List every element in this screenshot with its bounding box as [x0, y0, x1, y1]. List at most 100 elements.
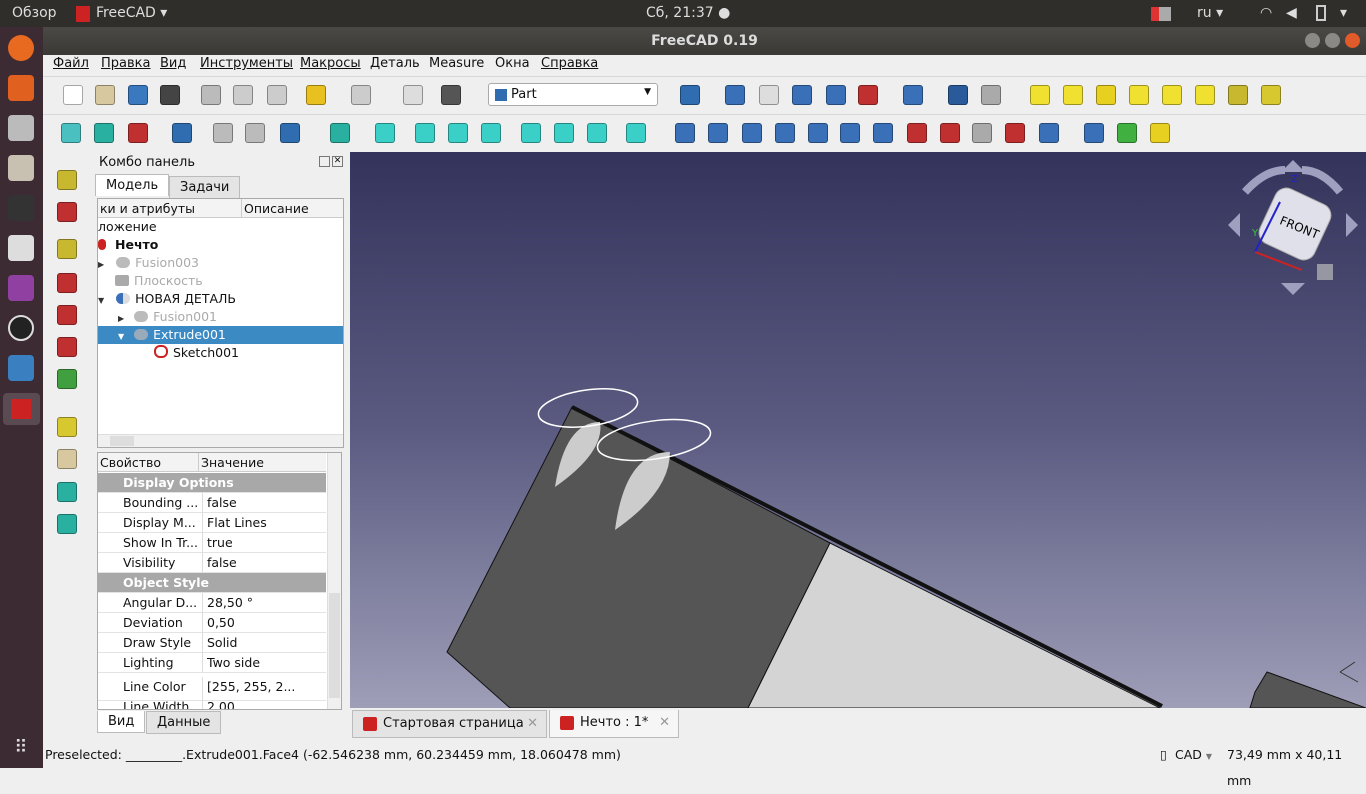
section-icon[interactable] [972, 123, 992, 143]
redo-icon[interactable] [351, 85, 371, 105]
navigation-style-selector[interactable]: CAD ▼ [1175, 742, 1212, 770]
property-row[interactable]: Display M... Flat Lines [98, 513, 326, 533]
print-icon[interactable] [160, 85, 180, 105]
tree-item-plane[interactable]: Плоскость [98, 272, 343, 290]
screen-record-icon[interactable] [1151, 7, 1171, 21]
navigation-cube[interactable]: FRONT Z Y [1228, 160, 1358, 295]
loft-icon[interactable] [907, 123, 927, 143]
property-row[interactable]: Bounding ... false [98, 493, 326, 513]
close-tab-icon[interactable]: ✕ [659, 710, 670, 736]
front-view-icon[interactable] [415, 123, 435, 143]
left-view-icon[interactable] [587, 123, 607, 143]
refresh-icon[interactable] [403, 85, 423, 105]
offset-icon[interactable] [1039, 123, 1059, 143]
tab-start-page[interactable]: Стартовая страница ✕ [352, 710, 547, 738]
calculator-icon[interactable] [8, 235, 34, 261]
defeaturing-icon[interactable] [981, 85, 1001, 105]
tree-item-new-part[interactable]: ▼ НОВАЯ ДЕТАЛЬ [98, 290, 343, 308]
split-icon[interactable] [903, 85, 923, 105]
collapse-arrow-icon[interactable]: ▼ [118, 332, 124, 341]
fit-selection-icon[interactable] [94, 123, 114, 143]
link-actions-icon[interactable] [57, 514, 77, 534]
sketch-validate-icon[interactable] [57, 305, 77, 325]
archive-icon[interactable] [8, 155, 34, 181]
tab-data[interactable]: Данные [146, 711, 222, 734]
sketch-view-icon[interactable] [57, 170, 77, 190]
system-menu-chevron-icon[interactable]: ▾ [1340, 5, 1347, 21]
tree-header-labels[interactable]: ки и атрибуты [98, 199, 241, 218]
rear-view-icon[interactable] [521, 123, 541, 143]
copy-icon[interactable] [233, 85, 253, 105]
box-icon[interactable] [1030, 85, 1050, 105]
folder-icon[interactable] [57, 449, 77, 469]
menu-edit[interactable]: Правка [101, 56, 150, 71]
property-row[interactable]: Visibility false [98, 553, 326, 573]
tree-item-sketch001[interactable]: Sketch001 [98, 344, 343, 362]
property-group[interactable]: Display Options [98, 473, 326, 493]
join-icon[interactable] [858, 85, 878, 105]
sketch-attach-icon[interactable] [57, 202, 77, 222]
close-panel-icon[interactable]: ✕ [332, 156, 343, 167]
files-icon[interactable] [8, 75, 34, 101]
property-value[interactable]: 2,00 [202, 697, 326, 709]
property-row[interactable]: Deviation 0,50 [98, 613, 326, 633]
new-file-icon[interactable] [63, 85, 83, 105]
menu-view[interactable]: Вид [160, 56, 186, 71]
thickness-icon[interactable] [1084, 123, 1104, 143]
save-icon[interactable] [128, 85, 148, 105]
sketch-map-icon[interactable] [57, 369, 77, 389]
expand-arrow-icon[interactable]: ▶ [118, 314, 124, 323]
check-geometry-icon[interactable] [948, 85, 968, 105]
tab-tasks[interactable]: Задачи [169, 176, 241, 199]
battery-icon[interactable] [1316, 5, 1326, 21]
cross-sections-icon[interactable] [1005, 123, 1025, 143]
property-row[interactable]: Angular D... 28,50 ° [98, 593, 326, 613]
extrude-icon[interactable] [675, 123, 695, 143]
property-value[interactable]: false [202, 553, 326, 573]
close-tab-icon[interactable]: ✕ [527, 711, 538, 737]
sweep-icon[interactable] [940, 123, 960, 143]
isometric-icon[interactable] [375, 123, 395, 143]
menu-measure[interactable]: Measure [429, 56, 484, 71]
wifi-icon[interactable]: ◠ [1260, 5, 1272, 21]
sketch-mirror-icon[interactable] [57, 337, 77, 357]
sketch-edit-icon[interactable] [57, 239, 77, 259]
zoom-icon[interactable] [330, 123, 350, 143]
3d-viewport[interactable]: FRONT Z Y [350, 152, 1366, 708]
freecad-dock-icon[interactable] [3, 393, 40, 425]
property-value[interactable]: Flat Lines [202, 513, 326, 533]
property-group[interactable]: Object Style [98, 573, 326, 593]
boolean-icon[interactable] [725, 85, 745, 105]
projection-icon[interactable] [1117, 123, 1137, 143]
float-panel-icon[interactable] [319, 156, 330, 167]
property-row[interactable]: Line Width 2,00 [98, 697, 326, 709]
show-apps-icon[interactable]: ⠿ [8, 737, 34, 763]
measure-icon[interactable] [626, 123, 646, 143]
tab-model[interactable]: Модель [95, 174, 170, 196]
property-value[interactable]: false [202, 493, 326, 513]
tree-header-description[interactable]: Описание [241, 199, 343, 218]
fillet-icon[interactable] [775, 123, 795, 143]
whats-this-icon[interactable] [441, 85, 461, 105]
tree-horizontal-scrollbar[interactable] [98, 434, 343, 447]
bounding-box-icon[interactable] [172, 123, 192, 143]
ruled-surface-icon[interactable] [873, 123, 893, 143]
system-monitor-icon[interactable] [8, 195, 34, 221]
tree-item-fusion003[interactable]: ▶ Fusion003 [98, 254, 343, 272]
part-box-icon[interactable] [680, 85, 700, 105]
property-scrollbar[interactable] [327, 453, 341, 709]
cone-icon[interactable] [1129, 85, 1149, 105]
media-player-icon[interactable] [8, 275, 34, 301]
close-button[interactable] [1345, 33, 1360, 48]
activities-button[interactable]: Обзор [12, 5, 57, 21]
torus-icon[interactable] [1162, 85, 1182, 105]
fit-all-icon[interactable] [61, 123, 81, 143]
cut-icon[interactable] [201, 85, 221, 105]
prop-header-value[interactable]: Значение [198, 453, 326, 472]
cylinder-icon[interactable] [1063, 85, 1083, 105]
mirror-icon[interactable] [742, 123, 762, 143]
clock[interactable]: Сб, 21:37 ● [646, 5, 730, 21]
make-face-icon[interactable] [840, 123, 860, 143]
part-body-icon[interactable] [57, 417, 77, 437]
primitives-icon[interactable] [1228, 85, 1248, 105]
